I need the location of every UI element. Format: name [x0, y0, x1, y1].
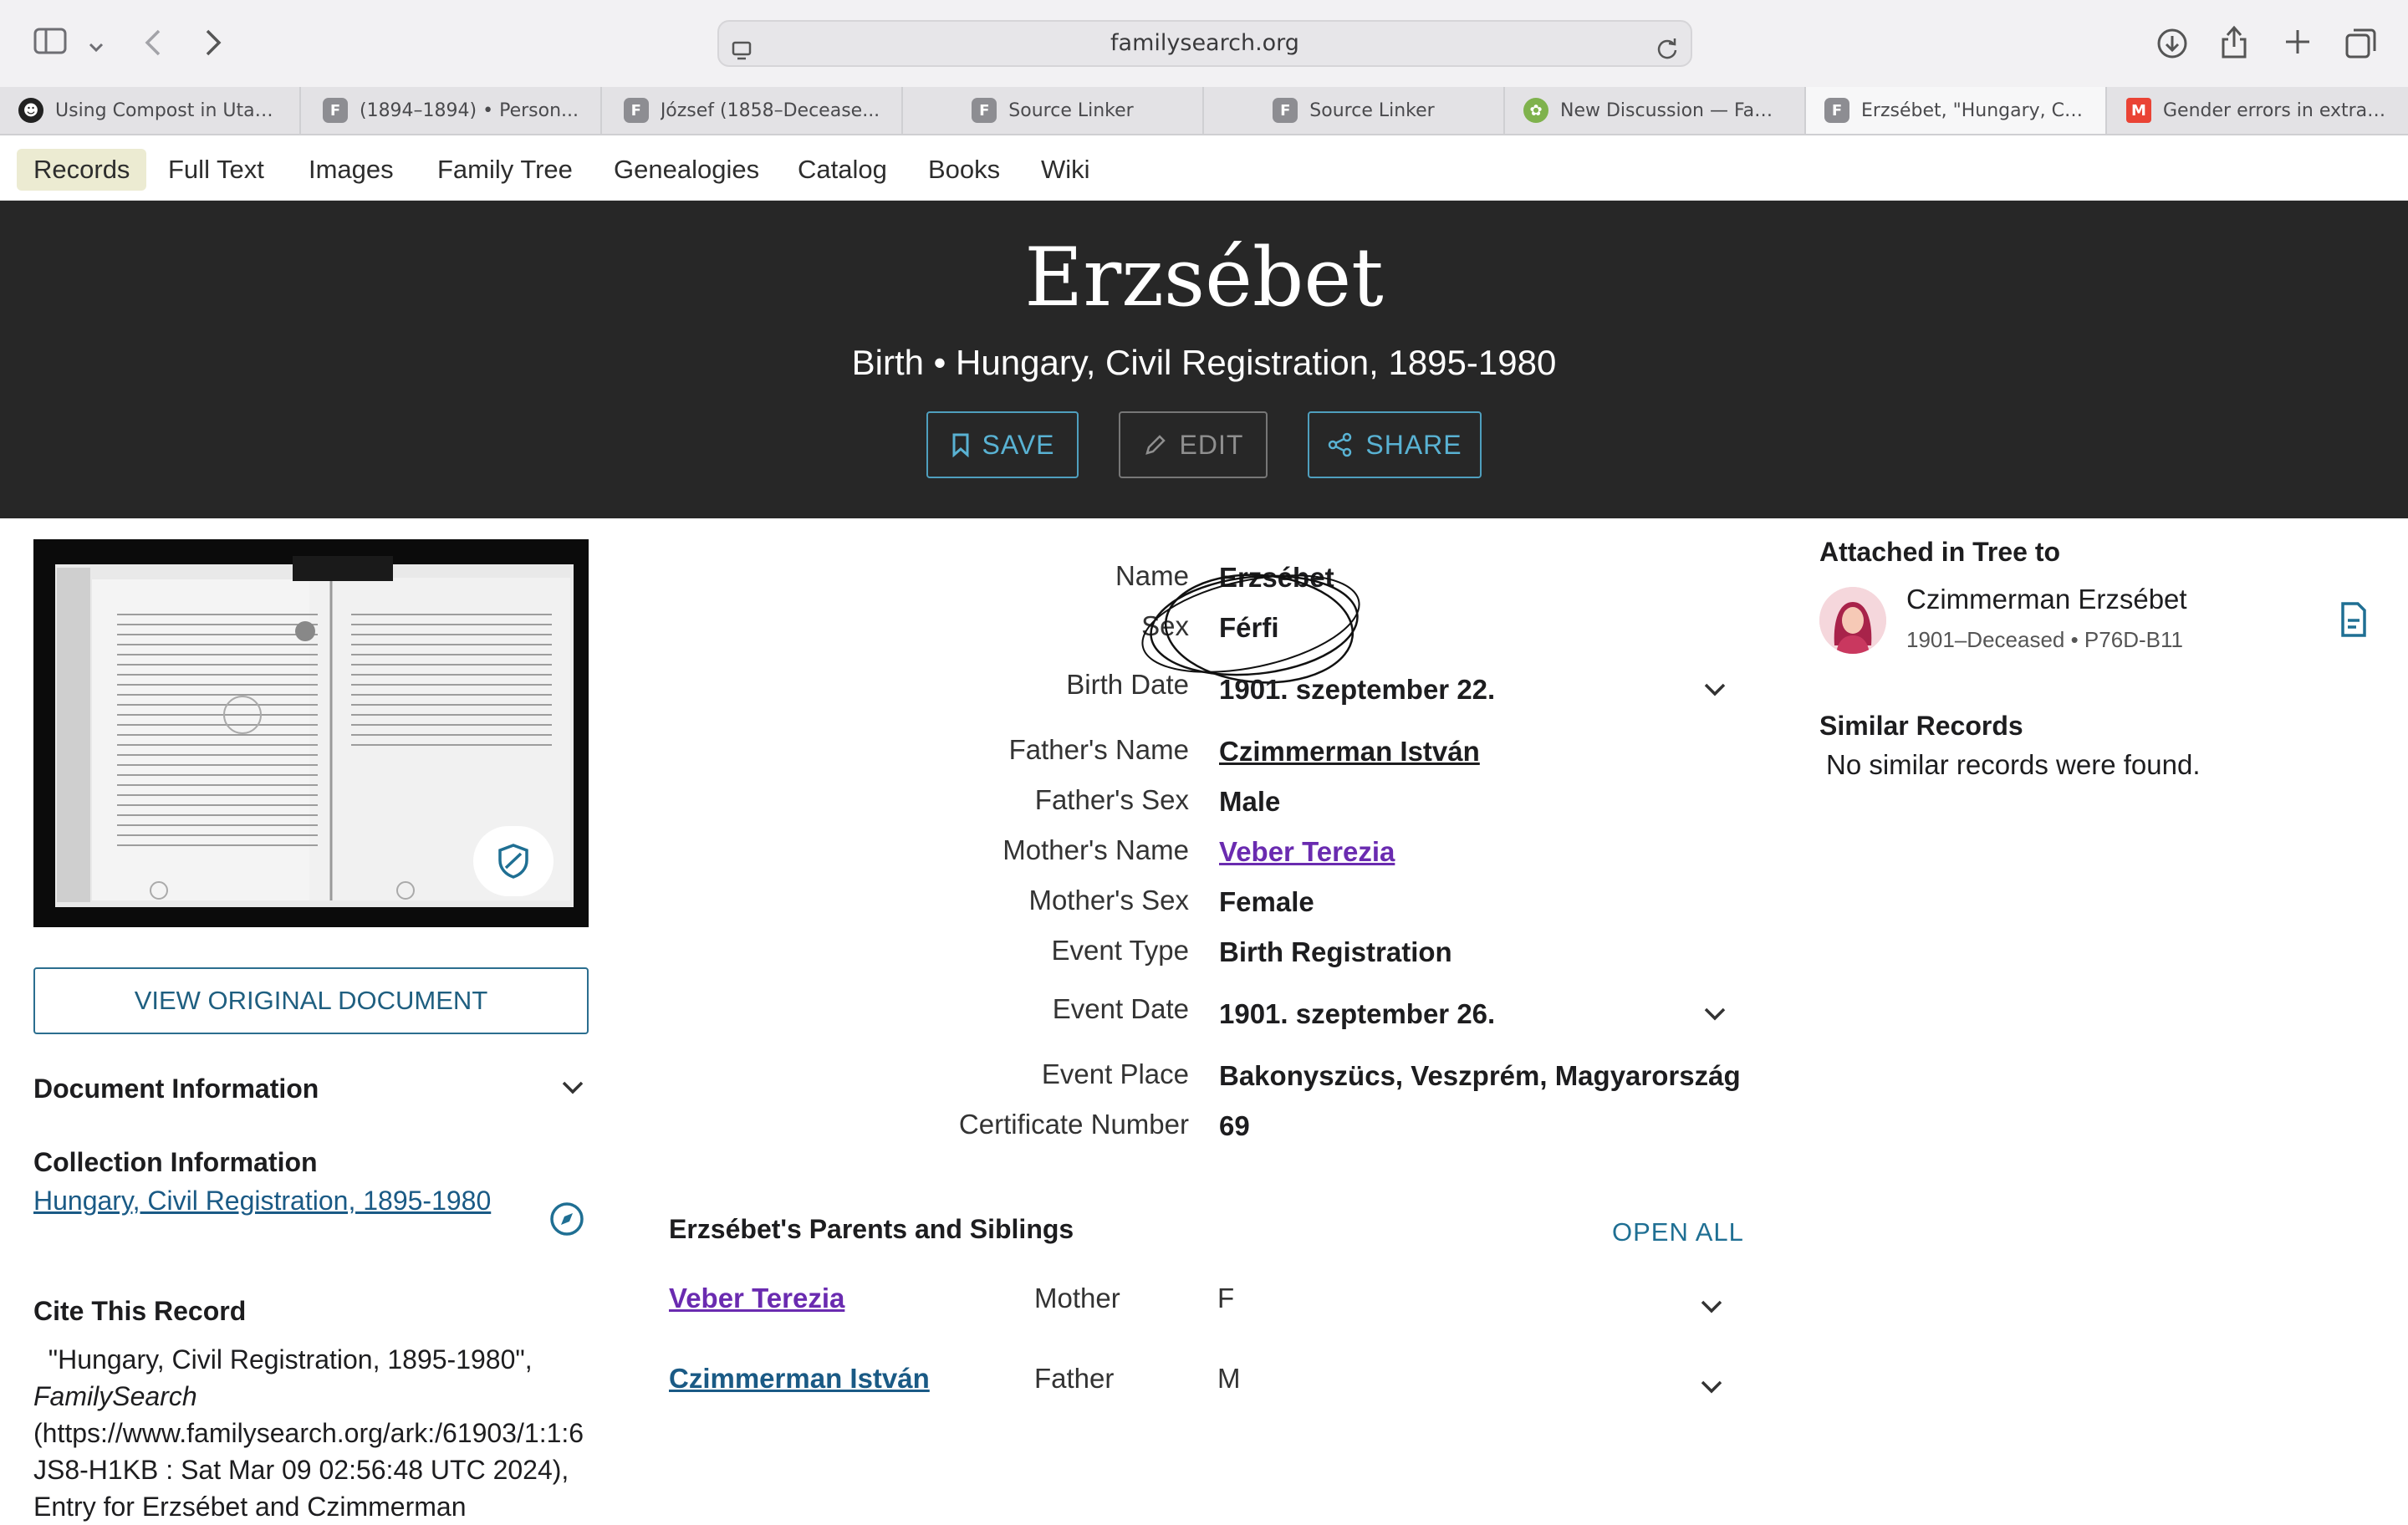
save-button[interactable]: SAVE	[926, 411, 1079, 478]
page-title: Erzsébet	[1024, 231, 1384, 324]
fathers-name-link[interactable]: Czimmerman István	[1219, 736, 1480, 768]
field-label-mothers-sex: Mother's Sex	[1028, 885, 1189, 916]
browser-toolbar: familysearch.org	[0, 0, 2408, 87]
view-original-document-button[interactable]: VIEW ORIGINAL DOCUMENT	[33, 967, 589, 1034]
edit-button[interactable]: EDIT	[1119, 411, 1268, 478]
downloads-icon[interactable]	[2155, 27, 2189, 65]
nav-family-tree[interactable]: Family Tree	[421, 149, 589, 191]
family-member-sex: F	[1217, 1283, 1235, 1313]
nav-genealogies[interactable]: Genealogies	[597, 149, 776, 191]
bookmark-icon	[952, 433, 968, 457]
shield-icon	[498, 844, 528, 879]
share-nodes-icon	[1329, 432, 1352, 457]
field-label-mothers-name: Mother's Name	[1002, 834, 1189, 865]
family-member-relation: Father	[1034, 1363, 1115, 1394]
url-bar[interactable]: familysearch.org	[717, 20, 1692, 67]
field-value-event-type: Birth Registration	[1219, 936, 1452, 967]
new-tab-icon[interactable]	[2283, 27, 2313, 62]
familysearch-favicon-icon: F	[972, 98, 997, 123]
tree-favicon-icon: ✿	[1523, 98, 1548, 123]
tab-new-discussion[interactable]: ✿ New Discussion — Fam...	[1505, 87, 1806, 134]
family-member-relation: Mother	[1034, 1283, 1120, 1313]
compost-favicon-icon: ☻	[18, 98, 43, 123]
tab-overview-icon[interactable]	[2344, 27, 2378, 65]
tab-source-linker-1[interactable]: F Source Linker	[903, 87, 1204, 134]
collection-link[interactable]: Hungary, Civil Registration, 1895-1980	[33, 1182, 502, 1219]
family-member-link[interactable]: Czimmerman István	[669, 1363, 930, 1395]
tree-person-name[interactable]: Czimmerman Erzsébet	[1906, 584, 2187, 615]
back-icon[interactable]	[142, 28, 164, 63]
share-button[interactable]: SHARE	[1308, 411, 1482, 478]
forward-icon[interactable]	[202, 28, 224, 63]
nav-catalog[interactable]: Catalog	[781, 149, 904, 191]
field-value-birth-date: 1901. szeptember 22.	[1219, 674, 1496, 705]
sidebar-toggle-icon[interactable]	[33, 28, 67, 59]
nav-books[interactable]: Books	[911, 149, 1017, 191]
nav-records[interactable]: Records	[17, 149, 147, 191]
image-restriction-badge[interactable]	[473, 826, 554, 896]
site-nav: Records Full Text Images Family Tree Gen…	[0, 135, 2408, 201]
nav-wiki[interactable]: Wiki	[1024, 149, 1107, 191]
field-value-event-place: Bakonyszücs, Veszprém, Magyarország	[1219, 1060, 1741, 1091]
field-label-fathers-sex: Father's Sex	[1034, 784, 1189, 815]
mothers-name-link[interactable]: Veber Terezia	[1219, 836, 1395, 868]
field-label-birth-date: Birth Date	[1066, 669, 1189, 700]
tab-source-linker-2[interactable]: F Source Linker	[1204, 87, 1505, 134]
familysearch-favicon-icon: F	[1273, 98, 1298, 123]
tree-person-lifespan-id: 1901–Deceased • P76D-B11	[1906, 627, 2183, 652]
field-label-event-date: Event Date	[1052, 993, 1189, 1024]
attached-in-tree-heading: Attached in Tree to	[1819, 537, 2061, 567]
tab-bar: ☻ Using Compost in Utah... F (1894–1894)…	[0, 87, 2408, 135]
compass-icon[interactable]	[548, 1201, 585, 1241]
field-label-certificate-number: Certificate Number	[958, 1109, 1189, 1140]
tab-using-compost[interactable]: ☻ Using Compost in Utah...	[0, 87, 301, 134]
share-icon[interactable]	[2219, 23, 2249, 65]
chevron-down-icon[interactable]	[1702, 1005, 1727, 1027]
avatar[interactable]	[1819, 587, 1886, 654]
url-text: familysearch.org	[1110, 30, 1299, 56]
family-member-link[interactable]: Veber Terezia	[669, 1283, 844, 1314]
female-avatar-icon	[1819, 587, 1886, 654]
collection-information-heading: Collection Information	[33, 1147, 318, 1177]
field-label-event-type: Event Type	[1051, 935, 1189, 966]
record-subtitle: Birth • Hungary, Civil Registration, 189…	[851, 343, 1557, 382]
cite-this-record-heading: Cite This Record	[33, 1296, 247, 1326]
document-information-heading[interactable]: Document Information	[33, 1074, 319, 1104]
field-value-mothers-sex: Female	[1219, 886, 1314, 917]
field-label-event-place: Event Place	[1041, 1058, 1189, 1089]
similar-records-heading: Similar Records	[1819, 711, 2023, 741]
attached-source-icon[interactable]	[2336, 600, 2370, 642]
tab-gender-errors[interactable]: M Gender errors in extrac...	[2107, 87, 2408, 134]
similar-records-empty-message: No similar records were found.	[1826, 749, 2201, 780]
chevron-down-icon[interactable]	[560, 1079, 585, 1100]
chevron-down-icon[interactable]	[87, 30, 105, 62]
chevron-down-icon[interactable]	[1702, 681, 1727, 702]
field-label-fathers-name: Father's Name	[1008, 734, 1189, 765]
field-value-certificate-number: 69	[1219, 1110, 1250, 1141]
parents-siblings-heading: Erzsébet's Parents and Siblings	[669, 1214, 1074, 1244]
open-all-button[interactable]: OPEN ALL	[1612, 1217, 1744, 1247]
tab-erzsebet-active[interactable]: F Erzsébet, "Hungary, Ci...	[1806, 87, 2107, 134]
familysearch-favicon-icon: F	[322, 98, 348, 123]
field-value-event-date: 1901. szeptember 26.	[1219, 998, 1496, 1029]
nav-full-text[interactable]: Full Text	[151, 149, 281, 191]
nav-images[interactable]: Images	[292, 149, 411, 191]
record-header: Erzsébet Birth • Hungary, Civil Registra…	[0, 201, 2408, 518]
tab-person-1894[interactable]: F (1894–1894) • Person...	[301, 87, 602, 134]
reload-icon[interactable]	[1656, 32, 1679, 75]
familysearch-favicon-icon: F	[623, 98, 649, 123]
chevron-down-icon[interactable]	[1699, 1378, 1724, 1400]
field-value-fathers-sex: Male	[1219, 786, 1281, 817]
tab-jozsef[interactable]: F József (1858–Decease...	[602, 87, 903, 134]
page-menu-icon[interactable]	[731, 33, 752, 77]
gmail-favicon-icon: M	[2126, 98, 2151, 123]
citation-text: "Hungary, Civil Registration, 1895-1980"…	[33, 1344, 584, 1522]
chevron-down-icon[interactable]	[1699, 1298, 1724, 1319]
familysearch-favicon-icon: F	[1824, 98, 1849, 123]
family-member-sex: M	[1217, 1363, 1241, 1394]
pencil-icon	[1145, 435, 1166, 455]
